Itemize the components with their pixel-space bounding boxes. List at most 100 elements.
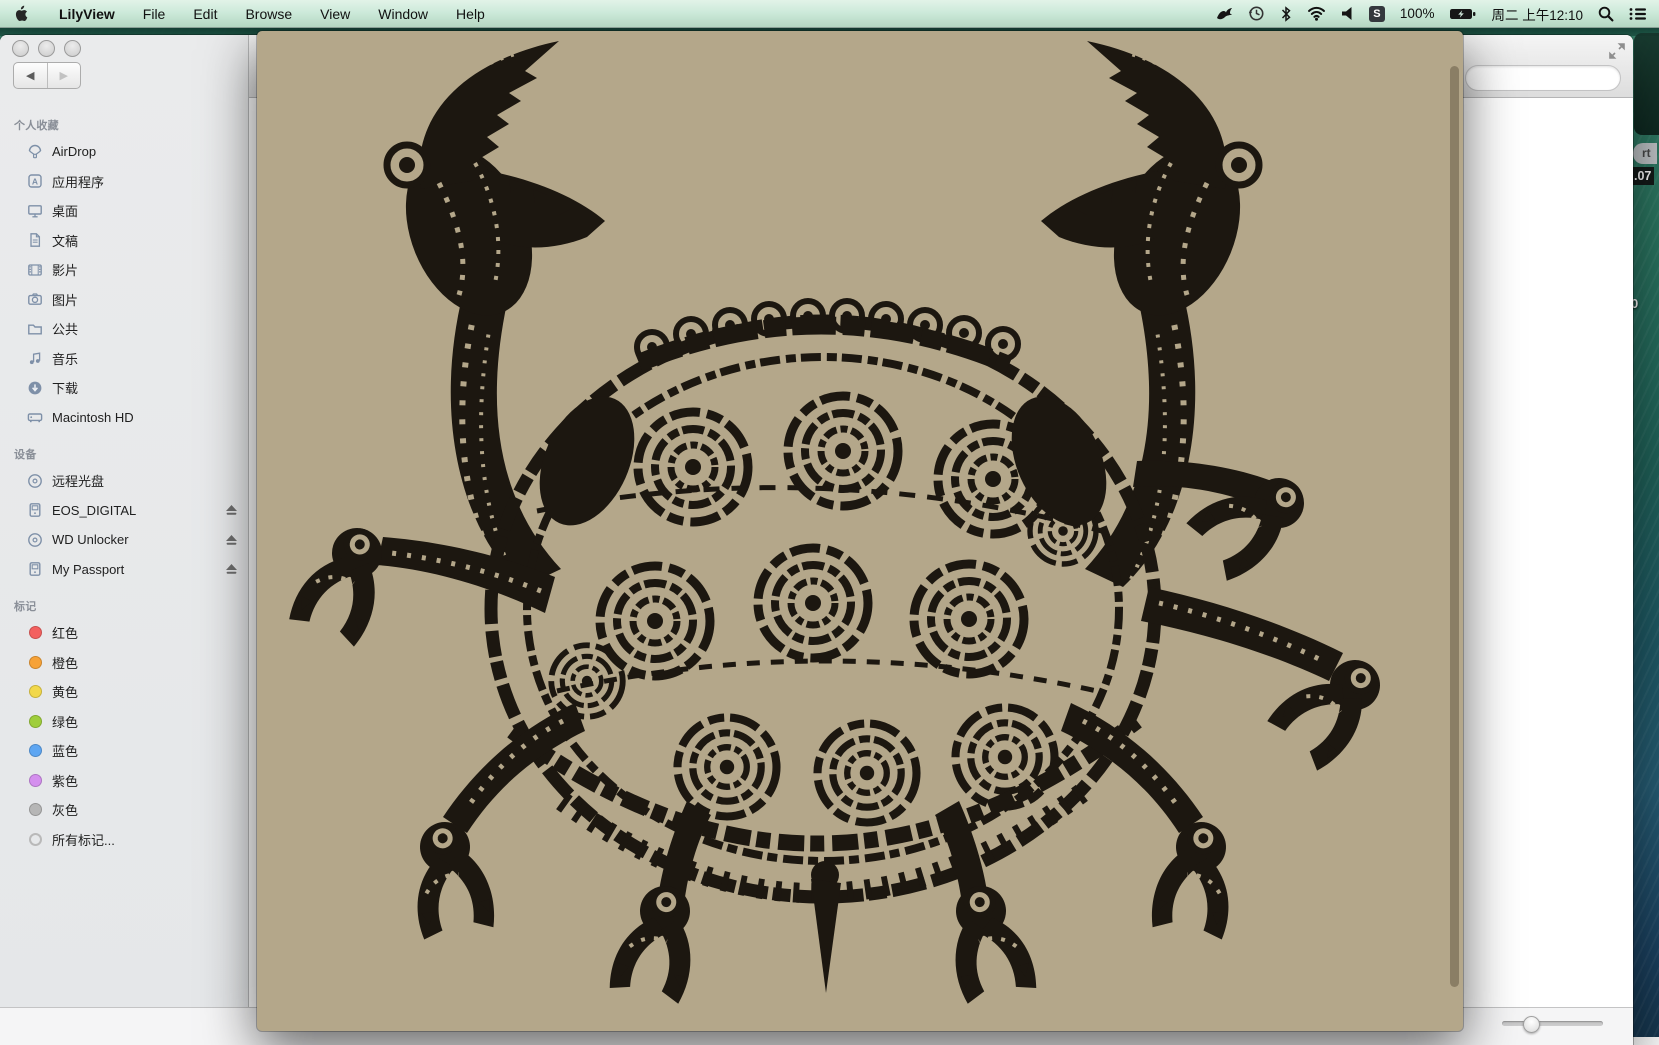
sidebar-item-label: 远程光盘 [52, 471, 238, 490]
proxy-s-icon[interactable]: S [1369, 6, 1385, 22]
nav-buttons: ◀ ▶ [13, 62, 81, 89]
search-input[interactable] [1465, 65, 1621, 91]
sidebar-item-label: WD Unlocker [52, 532, 219, 547]
sidebar-item-tag[interactable]: 灰色 [0, 795, 248, 825]
battery-percent: 100% [1400, 6, 1435, 21]
tag-color-dot [29, 715, 42, 728]
sidebar-item-desktop[interactable]: 桌面 [0, 196, 248, 226]
zoom-button[interactable] [64, 40, 81, 57]
sidebar-item-label: 影片 [52, 260, 238, 279]
external-drive-icon [26, 502, 44, 518]
sidebar-item-label: 灰色 [52, 800, 238, 819]
all-tags-icon [29, 833, 42, 846]
sidebar-item-external-drive[interactable]: My Passport [0, 555, 248, 585]
menubar-clock[interactable]: 周二 上午12:10 [1491, 4, 1583, 24]
fullscreen-button[interactable] [1608, 42, 1626, 60]
volume-icon[interactable] [1341, 6, 1354, 21]
sidebar-item-airdrop[interactable]: AirDrop [0, 137, 248, 167]
downloads-icon [26, 380, 44, 396]
svg-text:A: A [32, 177, 38, 187]
forward-button[interactable]: ▶ [48, 63, 81, 88]
sidebar-item-label: 绿色 [52, 712, 238, 731]
pictures-icon [26, 291, 44, 307]
sidebar-section-header: 个人收藏 [14, 117, 248, 133]
sidebar-item-applications[interactable]: A 应用程序 [0, 167, 248, 197]
tag-color-dot [29, 744, 42, 757]
sidebar-item-hard-drive[interactable]: Macintosh HD [0, 403, 248, 433]
crab-artwork [257, 31, 1463, 1031]
menu-browse[interactable]: Browse [231, 0, 306, 27]
desktop-icon-label-fragment[interactable]: rt [1633, 143, 1657, 164]
sidebar-item-tag[interactable]: 所有标记... [0, 825, 248, 855]
apple-menu[interactable] [0, 0, 45, 27]
time-machine-icon[interactable] [1248, 5, 1265, 22]
back-button[interactable]: ◀ [14, 63, 48, 88]
sidebar-item-optical-disc[interactable]: 远程光盘 [0, 466, 248, 496]
spotlight-icon[interactable] [1598, 6, 1614, 22]
tag-color-dot [29, 626, 42, 639]
sidebar-item-pictures[interactable]: 图片 [0, 285, 248, 315]
menu-file[interactable]: File [129, 0, 180, 27]
sidebar-item-tag[interactable]: 黄色 [0, 677, 248, 707]
sidebar-item-external-drive[interactable]: EOS_DIGITAL [0, 496, 248, 526]
optical-disc-icon [26, 532, 44, 548]
menu-bar: LilyViewFileEditBrowseViewWindowHelp [0, 0, 1659, 28]
sidebar-item-public[interactable]: 公共 [0, 314, 248, 344]
music-icon [26, 350, 44, 366]
sidebar-section-header: 标记 [14, 598, 248, 614]
sidebar-item-label: Macintosh HD [52, 410, 238, 425]
tag-color-dot [29, 774, 42, 787]
sidebar-item-movies[interactable]: 影片 [0, 255, 248, 285]
fullscreen-arrows-icon [1609, 43, 1625, 59]
app-menus: LilyViewFileEditBrowseViewWindowHelp [0, 0, 499, 27]
sidebar-sections: 个人收藏 AirDrop A 应用程序桌面文稿影片图片公共音乐下载 Macintosh … [0, 103, 248, 854]
sidebar-item-label: 文稿 [52, 231, 238, 250]
hard-drive-icon [26, 409, 44, 425]
applications-icon: A [26, 173, 44, 189]
sidebar-item-label: 桌面 [52, 201, 238, 220]
sidebar-item-label: 公共 [52, 319, 238, 338]
notification-center-icon[interactable] [1629, 7, 1647, 21]
lilyview-window[interactable] [257, 31, 1463, 1031]
sidebar-item-music[interactable]: 音乐 [0, 344, 248, 374]
battery-icon[interactable] [1449, 7, 1476, 21]
eject-button[interactable] [225, 504, 238, 516]
sidebar-item-tag[interactable]: 绿色 [0, 707, 248, 737]
menu-edit[interactable]: Edit [179, 0, 231, 27]
sidebar-item-tag[interactable]: 蓝色 [0, 736, 248, 766]
tag-color-dot [29, 685, 42, 698]
menu-window[interactable]: Window [364, 0, 442, 27]
tag-color-dot [29, 656, 42, 669]
menu-view[interactable]: View [306, 0, 364, 27]
bird-icon[interactable] [1215, 6, 1233, 22]
sidebar-item-label: 所有标记... [52, 830, 238, 849]
sidebar-item-label: 音乐 [52, 349, 238, 368]
vertical-scrollbar[interactable] [1450, 66, 1459, 987]
desktop-icon [26, 203, 44, 219]
status-icons: S 100% 周二 上午12:10 [1215, 0, 1659, 27]
sidebar-item-tag[interactable]: 橙色 [0, 648, 248, 678]
bluetooth-icon[interactable] [1280, 6, 1292, 22]
icon-size-slider[interactable] [1502, 1021, 1603, 1026]
window-controls [12, 40, 81, 57]
sidebar-item-label: 黄色 [52, 682, 238, 701]
minimize-button[interactable] [38, 40, 55, 57]
sidebar-item-tag[interactable]: 紫色 [0, 766, 248, 796]
wifi-icon[interactable] [1307, 6, 1326, 21]
sidebar-item-label: 橙色 [52, 653, 238, 672]
menu-help[interactable]: Help [442, 0, 499, 27]
sidebar-item-label: 应用程序 [52, 172, 238, 191]
eject-button[interactable] [225, 563, 238, 575]
sidebar-item-optical-disc[interactable]: WD Unlocker [0, 525, 248, 555]
sidebar-item-label: 紫色 [52, 771, 238, 790]
slider-knob[interactable] [1523, 1016, 1540, 1033]
close-button[interactable] [12, 40, 29, 57]
menu-lilyview[interactable]: LilyView [45, 0, 129, 27]
sidebar-item-documents[interactable]: 文稿 [0, 226, 248, 256]
sidebar-item-label: 图片 [52, 290, 238, 309]
sidebar-item-tag[interactable]: 红色 [0, 618, 248, 648]
eject-button[interactable] [225, 534, 238, 546]
sidebar-item-downloads[interactable]: 下载 [0, 373, 248, 403]
desktop-icon-fragment[interactable] [1634, 33, 1659, 135]
optical-disc-icon [26, 473, 44, 489]
